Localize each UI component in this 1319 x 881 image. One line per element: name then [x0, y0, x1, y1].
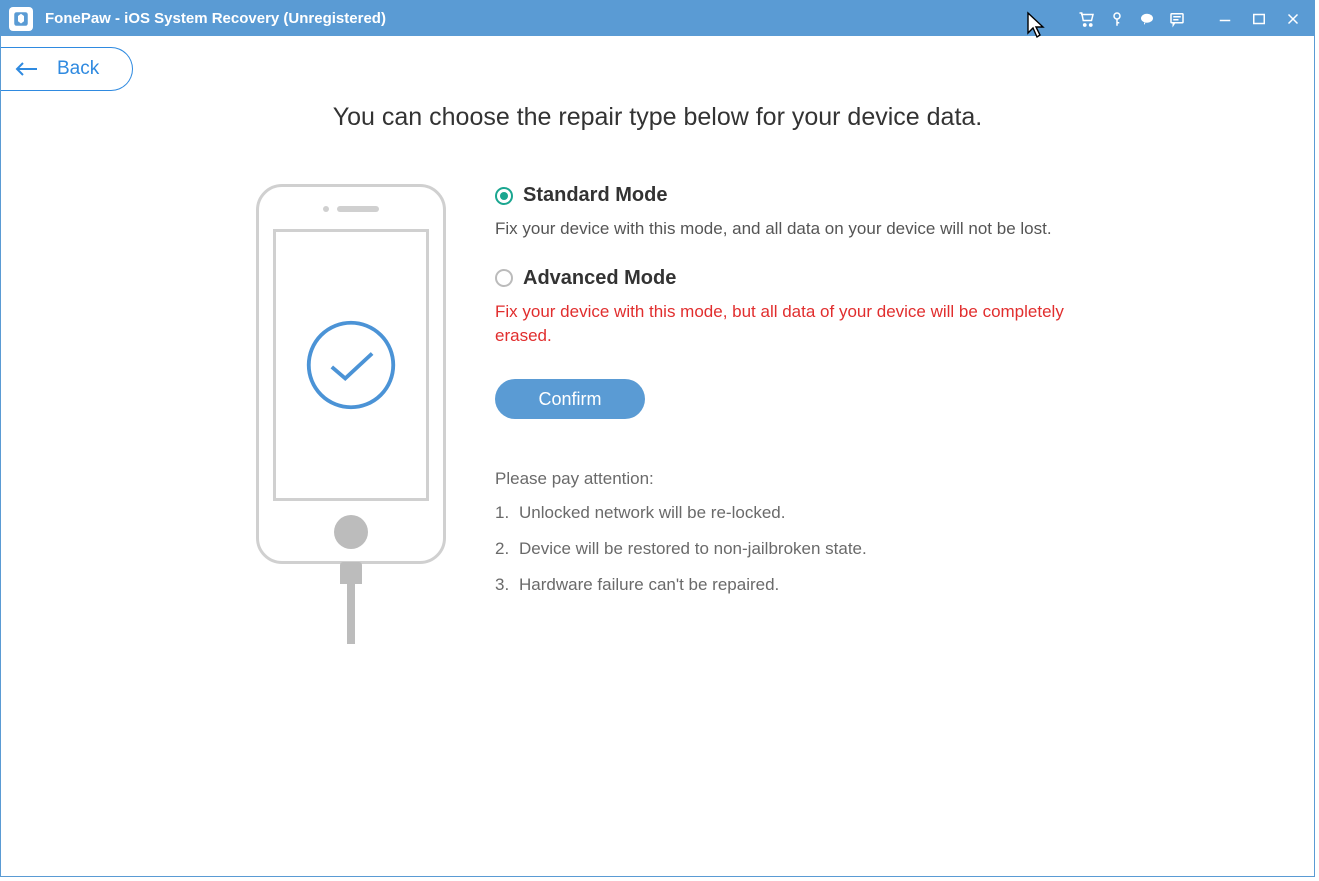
confirm-button[interactable]: Confirm — [495, 379, 645, 419]
attention-list: 1.Unlocked network will be re-locked. 2.… — [495, 503, 1115, 595]
cable-icon — [340, 562, 362, 584]
radio-icon — [495, 269, 513, 287]
minimize-icon[interactable] — [1212, 6, 1238, 32]
radio-icon — [495, 187, 513, 205]
list-item: 2.Device will be restored to non-jailbro… — [495, 539, 1115, 559]
option-standard-title: Standard Mode — [523, 184, 667, 207]
home-button-icon — [334, 515, 368, 549]
option-advanced-radio[interactable]: Advanced Mode — [495, 267, 1115, 290]
phone-icon — [256, 184, 446, 564]
close-icon[interactable] — [1280, 6, 1306, 32]
option-advanced: Advanced Mode Fix your device with this … — [495, 267, 1115, 348]
page-content: You can choose the repair type below for… — [1, 101, 1314, 611]
maximize-icon[interactable] — [1246, 6, 1272, 32]
option-standard: Standard Mode Fix your device with this … — [495, 184, 1115, 241]
list-item: 3.Hardware failure can't be repaired. — [495, 575, 1115, 595]
list-item: 1.Unlocked network will be re-locked. — [495, 503, 1115, 523]
option-advanced-desc: Fix your device with this mode, but all … — [495, 300, 1115, 348]
option-standard-radio[interactable]: Standard Mode — [495, 184, 1115, 207]
page-heading: You can choose the repair type below for… — [1, 103, 1314, 132]
title-bar: FonePaw - iOS System Recovery (Unregiste… — [1, 1, 1314, 36]
key-icon[interactable] — [1104, 6, 1130, 32]
attention-title: Please pay attention: — [495, 469, 1115, 489]
feedback-icon[interactable] — [1164, 6, 1190, 32]
device-illustration — [251, 184, 451, 584]
back-arrow-icon — [15, 60, 39, 78]
app-window: FonePaw - iOS System Recovery (Unregiste… — [0, 0, 1315, 877]
attention-item-text: Unlocked network will be re-locked. — [519, 503, 785, 523]
attention-item-text: Hardware failure can't be repaired. — [519, 575, 779, 595]
chat-icon[interactable] — [1134, 6, 1160, 32]
option-standard-desc: Fix your device with this mode, and all … — [495, 217, 1115, 241]
attention-item-text: Device will be restored to non-jailbroke… — [519, 539, 867, 559]
back-label: Back — [57, 58, 99, 80]
app-logo-icon — [9, 7, 33, 31]
checkmark-icon — [303, 317, 399, 413]
app-title: FonePaw - iOS System Recovery (Unregiste… — [45, 10, 386, 27]
back-button[interactable]: Back — [1, 47, 133, 91]
cart-icon[interactable] — [1074, 6, 1100, 32]
option-advanced-title: Advanced Mode — [523, 267, 676, 290]
